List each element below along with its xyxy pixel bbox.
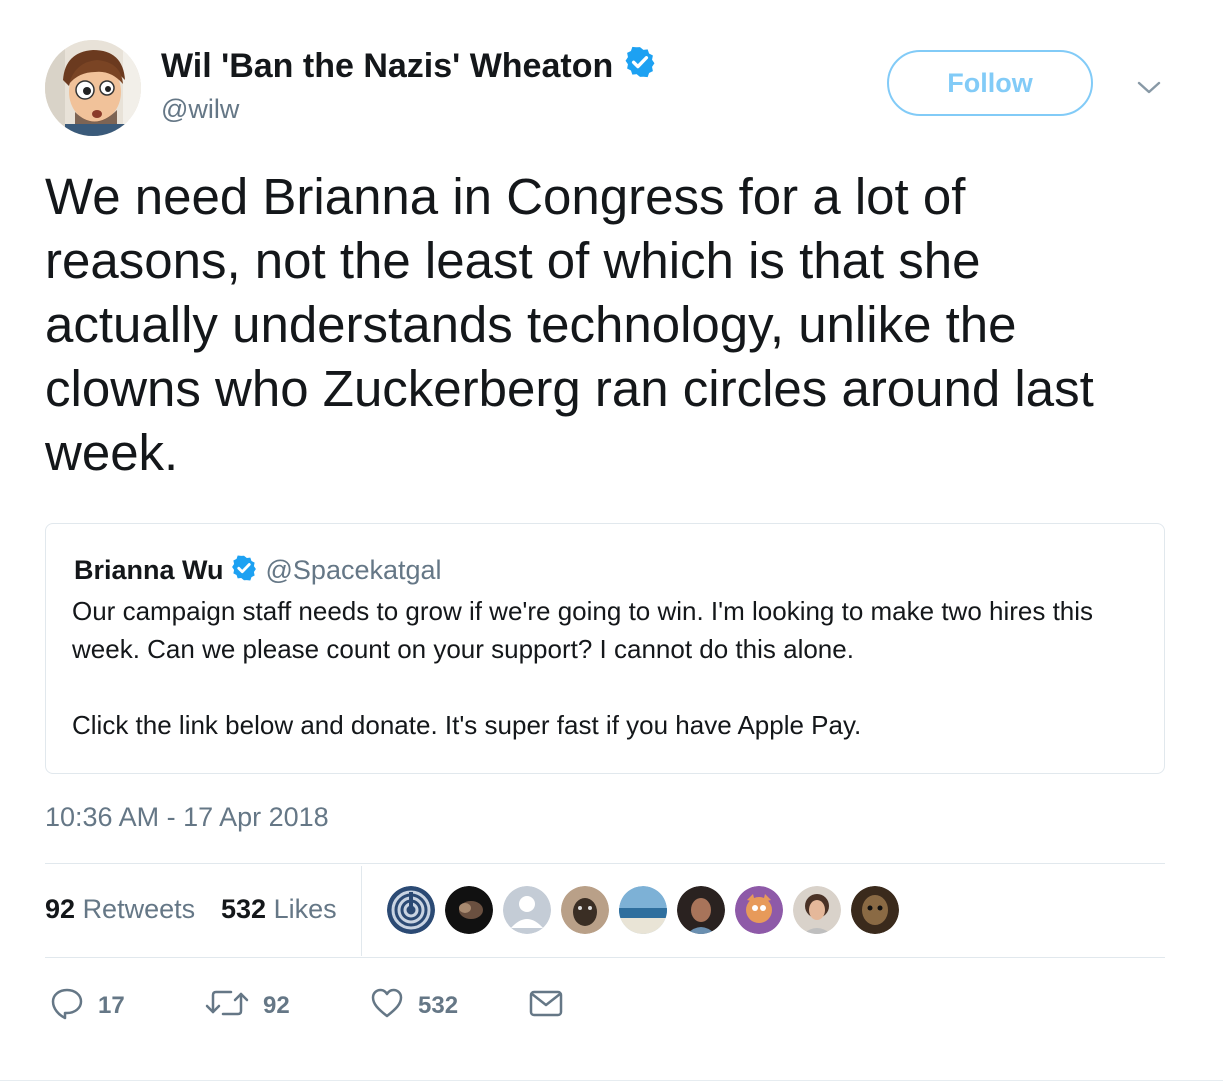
liker-avatar[interactable] xyxy=(735,886,783,934)
verified-badge-icon xyxy=(230,554,258,587)
liker-avatar[interactable] xyxy=(445,886,493,934)
chevron-down-icon[interactable] xyxy=(1134,72,1164,102)
verified-badge-icon xyxy=(623,45,657,88)
divider xyxy=(361,866,362,956)
cartoon-face-icon xyxy=(45,40,141,136)
quoted-author-name: Brianna Wu xyxy=(74,555,224,585)
divider xyxy=(45,957,1165,958)
quoted-author-handle: @Spacekatgal xyxy=(265,555,442,585)
author-avatar[interactable] xyxy=(45,40,141,136)
retweet-button[interactable]: 92 xyxy=(205,986,290,1025)
liker-avatar[interactable] xyxy=(677,886,725,934)
reply-icon xyxy=(50,986,84,1025)
liker-avatar[interactable] xyxy=(619,886,667,934)
liker-avatar[interactable] xyxy=(851,886,899,934)
likes-stat[interactable]: 532 Likes xyxy=(221,894,337,925)
divider xyxy=(0,1080,1223,1081)
envelope-icon xyxy=(529,986,563,1025)
liker-avatar[interactable] xyxy=(793,886,841,934)
quoted-tweet[interactable]: Brianna Wu @Spacekatgal Our campaign sta… xyxy=(45,523,1165,774)
retweets-stat[interactable]: 92 Retweets xyxy=(45,894,195,925)
likes-label: Likes xyxy=(273,894,337,924)
tweet-card: Wil 'Ban the Nazis' Wheaton @wilw Follow… xyxy=(0,0,1223,1085)
follow-button[interactable]: Follow xyxy=(887,50,1093,116)
direct-message-button[interactable] xyxy=(529,986,563,1025)
heart-icon xyxy=(370,986,404,1025)
retweet-icon xyxy=(205,986,249,1025)
likes-count: 532 xyxy=(221,894,267,924)
liker-avatar[interactable] xyxy=(561,886,609,934)
quoted-paragraph: Our campaign staff needs to grow if we'r… xyxy=(72,596,1094,664)
retweets-label: Retweets xyxy=(82,894,196,924)
divider xyxy=(45,863,1165,864)
stats-row: 92 Retweets 532 Likes xyxy=(45,866,1165,956)
reply-count: 17 xyxy=(98,991,125,1019)
like-button[interactable]: 532 xyxy=(370,986,458,1025)
author-name-text: Wil 'Ban the Nazis' Wheaton xyxy=(161,47,614,85)
retweets-count: 92 xyxy=(45,894,76,924)
tweet-timestamp[interactable]: 10:36 AM - 17 Apr 2018 xyxy=(45,802,329,833)
liker-avatar[interactable] xyxy=(503,886,551,934)
quoted-tweet-text: Our campaign staff needs to grow if we'r… xyxy=(72,592,1142,782)
retweet-count: 92 xyxy=(263,991,290,1019)
tweet-actions: 17 92 532 xyxy=(45,980,745,1030)
like-count: 532 xyxy=(418,991,459,1019)
author-name[interactable]: Wil 'Ban the Nazis' Wheaton xyxy=(161,45,657,88)
reply-button[interactable]: 17 xyxy=(50,986,125,1025)
author-handle[interactable]: @wilw xyxy=(161,94,239,125)
quoted-tweet-header: Brianna Wu @Spacekatgal xyxy=(74,554,442,587)
tweet-text: We need Brianna in Congress for a lot of… xyxy=(45,168,1094,481)
quoted-paragraph: Click the link below and donate. It's su… xyxy=(72,710,862,740)
liker-avatar[interactable] xyxy=(387,886,435,934)
